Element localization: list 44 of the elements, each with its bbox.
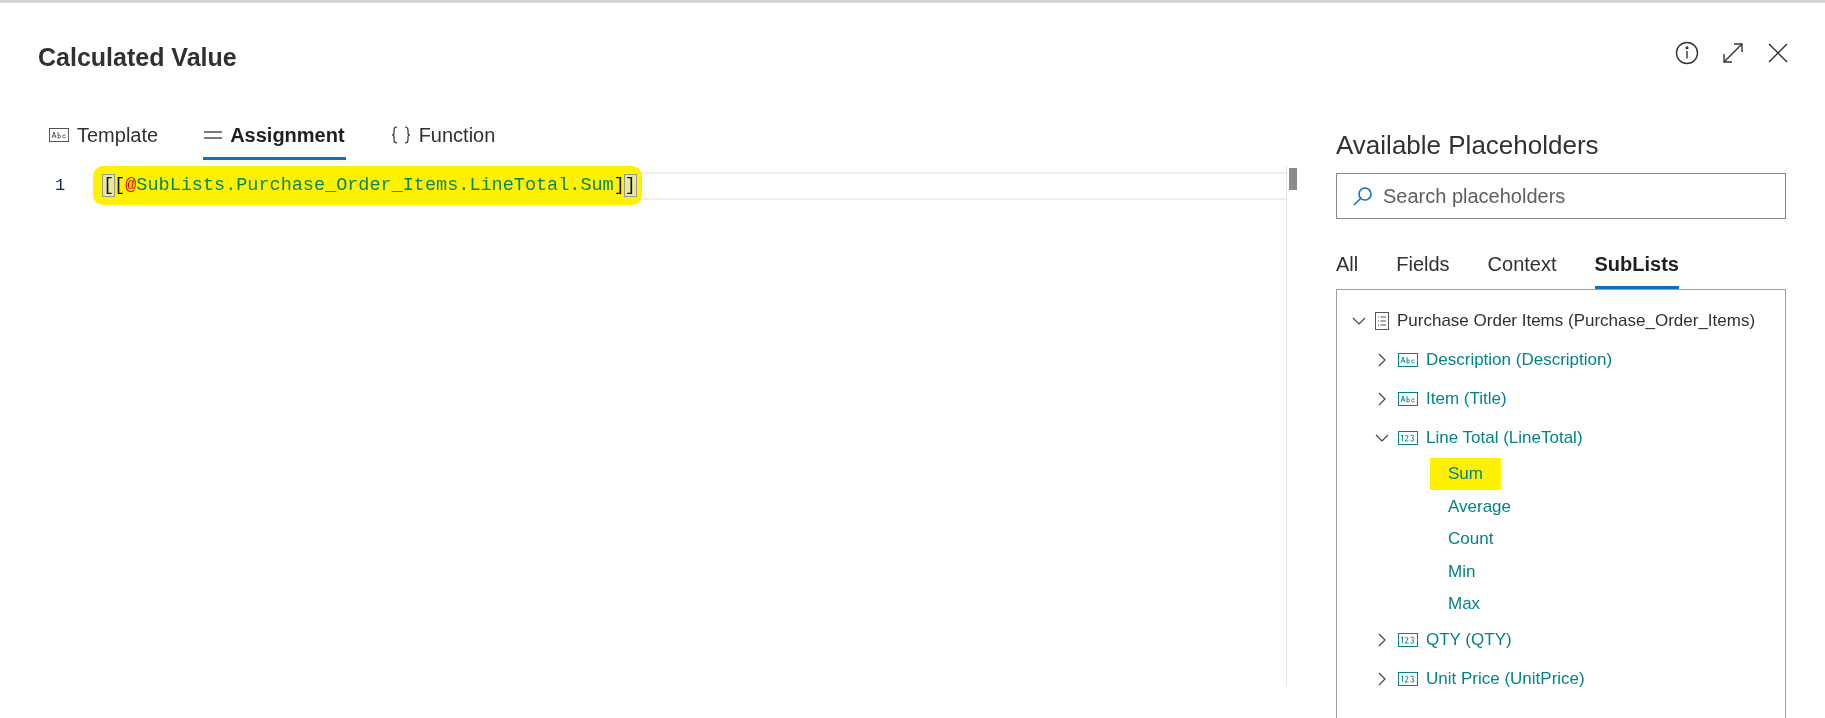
placeholder-tab[interactable]: All xyxy=(1336,240,1359,289)
tree-item[interactable]: Unit Price (UnitPrice) xyxy=(1426,665,1585,692)
lines-icon xyxy=(204,130,223,140)
braces-icon xyxy=(390,126,411,144)
tree-item[interactable]: Sum xyxy=(1430,457,1501,490)
info-icon[interactable] xyxy=(1675,41,1699,65)
tree-item[interactable]: Max xyxy=(1430,587,1499,620)
line-number: 1 xyxy=(54,174,67,197)
number-type-icon xyxy=(1398,632,1418,647)
scrollbar-thumb[interactable] xyxy=(1289,167,1297,190)
tree-item[interactable]: QTY (QTY) xyxy=(1426,626,1512,653)
tree-item[interactable]: Line Total (LineTotal) xyxy=(1426,425,1583,451)
chevron-down-icon[interactable] xyxy=(1375,434,1389,442)
tree-item[interactable]: Average xyxy=(1430,490,1529,523)
panel-title: Available Placeholders xyxy=(1336,128,1600,162)
dialog-title: Calculated Value xyxy=(38,42,237,73)
expand-icon[interactable] xyxy=(1721,41,1745,65)
number-type-icon xyxy=(1398,671,1418,686)
chevron-right-icon[interactable] xyxy=(1378,392,1386,406)
code-line[interactable]: [[@SubLists.Purchase_Order_Items.LineTotal.Sum]] xyxy=(93,165,642,206)
text-type-icon xyxy=(1398,353,1418,367)
search-field[interactable]: Search placeholders xyxy=(1383,180,1769,211)
search-box[interactable]: Search placeholders xyxy=(1336,172,1786,219)
tree-item[interactable]: Item (Title) xyxy=(1426,386,1507,412)
placeholder-tab[interactable]: Context xyxy=(1487,240,1557,289)
tree-item[interactable]: Purchase Order Items (Purchase_Order_Items) xyxy=(1397,308,1756,334)
tree-item[interactable]: Description (Description) xyxy=(1426,347,1613,373)
placeholder-tab[interactable]: Fields xyxy=(1396,240,1450,289)
text-type-icon xyxy=(49,128,69,142)
tree-item[interactable]: Count xyxy=(1430,522,1512,555)
editor-tab[interactable]: Function xyxy=(389,113,497,160)
list-icon xyxy=(1375,312,1389,330)
number-type-icon xyxy=(1398,431,1418,445)
chevron-right-icon[interactable] xyxy=(1378,353,1386,367)
chevron-right-icon[interactable] xyxy=(1378,632,1386,647)
search-icon xyxy=(1353,185,1373,206)
editor-tab[interactable]: Template xyxy=(48,113,160,160)
text-type-icon xyxy=(1398,392,1418,406)
placeholder-tab[interactable]: SubLists xyxy=(1594,240,1679,289)
close-icon[interactable] xyxy=(1767,42,1789,64)
editor-tab[interactable]: Assignment xyxy=(203,113,346,160)
tree-item[interactable]: Min xyxy=(1430,555,1494,588)
chevron-down-icon[interactable] xyxy=(1352,317,1366,325)
chevron-right-icon[interactable] xyxy=(1378,671,1386,686)
